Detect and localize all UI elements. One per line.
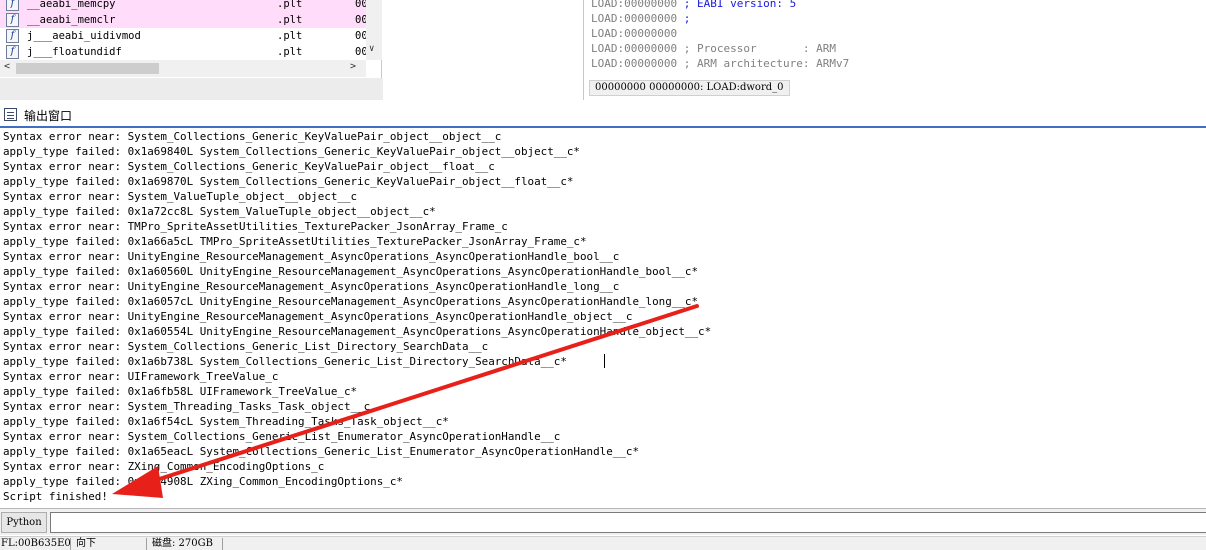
disassembly-comment: ; EABI version: 5 [677,0,797,10]
function-list-item[interactable]: f j___aeabi_uidivmod .plt 00 [0,28,366,44]
output-line: apply_type failed: 0x1a60560L UnityEngin… [3,265,699,278]
output-line: Syntax error near: TMPro_SpriteAssetUtil… [3,220,508,233]
output-line: Syntax error near: System_ValueTuple_obj… [3,190,358,203]
function-start-address: 00 [355,14,366,26]
output-line: Syntax error near: System_Collections_Ge… [3,130,502,143]
function-icon: f [6,13,19,27]
disassembly-view[interactable]: LOAD:00000000 ; EABI version: 5 LOAD:0000… [583,0,1206,100]
status-disk-space: 磁盘: 270GB [152,538,213,549]
functions-pane: f __aeabi_memcpy .plt 00 f __aeabi_memclr .plt… [0,0,382,78]
function-list: f __aeabi_memcpy .plt 00 f __aeabi_memclr .plt… [0,0,366,60]
function-segment: .plt [277,14,303,26]
status-search-direction: 向下 [76,538,96,549]
function-icon: f [6,45,19,59]
disassembly-address: LOAD:00000000 [591,12,678,25]
disassembly-address: LOAD:00000000 [591,0,678,10]
output-line: apply_type failed: 0x1a72cc8L System_Val… [3,205,436,218]
output-window-title: 输出窗口 [24,109,73,123]
disassembly-location-status: 00000000 00000000: LOAD:dword_0 [589,80,790,96]
disassembly-comment: ; Processor : ARM [677,42,837,55]
output-line: apply_type failed: 0x1a69840L System_Col… [3,145,580,158]
python-language-button[interactable]: Python [1,512,47,533]
status-bar: FL:00B635E0 向下 磁盘: 270GB [0,536,1206,550]
function-list-horizontal-scrollbar[interactable]: < > [0,60,366,77]
disassembly-address: LOAD:00000000 [591,27,678,40]
pane-splitter[interactable] [0,78,383,100]
disassembly-address: LOAD:00000000 [591,42,678,55]
output-line: apply_type failed: 0x1a64908L ZXing_Comm… [3,475,403,488]
disassembly-line[interactable]: LOAD:00000000 [591,26,677,41]
disassembly-line[interactable]: LOAD:00000000 ; Processor : ARM [591,41,836,56]
output-log[interactable]: Syntax error near: System_Collections_Ge… [0,129,1206,506]
output-line: Script finished! [3,490,108,503]
function-name: __aeabi_memcpy [27,0,116,10]
function-list-item[interactable]: f j___floatundidf .plt 00 [0,44,366,60]
function-name: j___floatundidf [27,46,122,58]
function-start-address: 00 [355,30,366,42]
output-line: Syntax error near: System_Threading_Task… [3,400,371,413]
disassembly-comment: ; ARM architecture: ARMv7 [677,57,850,70]
function-name: __aeabi_memclr [27,14,116,26]
chevron-left-icon[interactable]: < [4,61,10,72]
disassembly-line[interactable]: LOAD:00000000 ; [591,11,690,26]
output-line: apply_type failed: 0x1a65eacL System_Col… [3,445,640,458]
output-line: Syntax error near: UIFramework_TreeValue… [3,370,279,383]
output-window-header: 输出窗口 [0,104,1206,126]
status-separator [146,538,147,550]
disassembly-line[interactable]: LOAD:00000000 ; EABI version: 5 [591,0,796,11]
scrollbar-thumb[interactable] [16,63,159,74]
output-line: Syntax error near: System_Collections_Ge… [3,160,495,173]
status-address: FL:00B635E0 [1,538,71,549]
disassembly-line[interactable]: LOAD:00000000 ; ARM architecture: ARMv7 [591,56,849,71]
output-line: apply_type failed: 0x1a69870L System_Col… [3,175,574,188]
disassembly-address: LOAD:00000000 [591,57,678,70]
function-start-address: 00 [355,0,366,10]
function-name: j___aeabi_uidivmod [27,30,141,42]
output-line: apply_type failed: 0x1a6fb58L UIFramewor… [3,385,358,398]
empty-pane-area [383,0,583,100]
command-input[interactable] [50,512,1206,533]
output-line: apply_type failed: 0x1a6057cL UnityEngin… [3,295,699,308]
function-segment: .plt [277,46,303,58]
output-line: apply_type failed: 0x1a66a5cL TMPro_Spri… [3,235,587,248]
output-window-divider [0,126,1206,128]
output-line: Syntax error near: System_Collections_Ge… [3,430,561,443]
command-line-bar: Python [0,508,1206,535]
function-segment: .plt [277,30,303,42]
output-line: Syntax error near: System_Collections_Ge… [3,340,489,353]
function-list-item[interactable]: f __aeabi_memcpy .plt 00 [0,0,366,12]
function-list-vertical-scrollbar[interactable]: ∨ [366,0,382,60]
function-list-item[interactable]: f __aeabi_memclr .plt 00 [0,12,366,28]
text-cursor [604,354,605,368]
function-icon: f [6,0,19,11]
output-line: apply_type failed: 0x1a6f54cL System_Thr… [3,415,449,428]
chevron-right-icon[interactable]: > [350,61,356,72]
output-window-icon [4,108,17,121]
function-start-address: 00 [355,46,366,58]
function-segment: .plt [277,0,303,10]
output-line: apply_type failed: 0x1a60554L UnityEngin… [3,325,712,338]
output-line: Syntax error near: UnityEngine_ResourceM… [3,310,633,323]
status-separator [70,538,71,550]
output-line: Syntax error near: UnityEngine_ResourceM… [3,280,620,293]
status-separator [222,538,223,550]
output-line: Syntax error near: ZXing_Common_Encoding… [3,460,325,473]
function-icon: f [6,29,19,43]
disassembly-comment: ; [677,12,691,25]
output-line: apply_type failed: 0x1a6b738L System_Col… [3,355,567,368]
chevron-down-icon[interactable]: ∨ [369,44,374,54]
output-line: Syntax error near: UnityEngine_ResourceM… [3,250,620,263]
